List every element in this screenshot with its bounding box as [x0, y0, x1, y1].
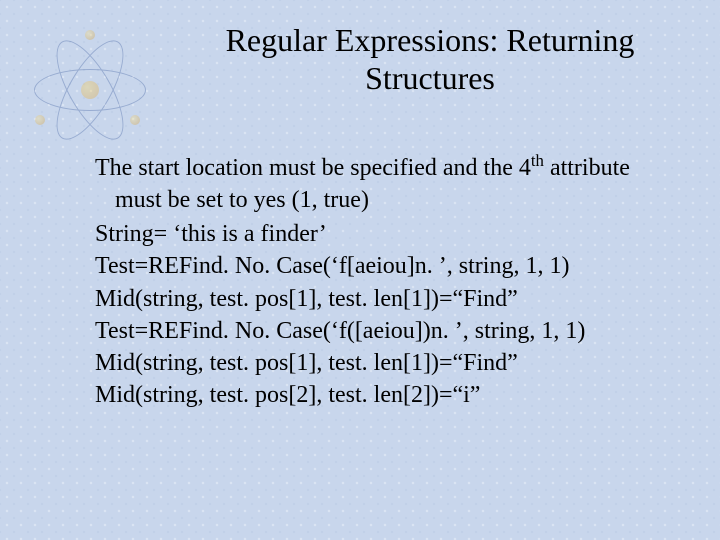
title-line-1: Regular Expressions: Returning [226, 22, 635, 58]
code-line: Mid(string, test. pos[1], test. len[1])=… [95, 347, 685, 379]
code-line: Mid(string, test. pos[2], test. len[2])=… [95, 379, 685, 411]
intro-text: The start location must be specified and… [95, 150, 685, 216]
code-line: Test=REFind. No. Case(‘f([aeiou])n. ’, s… [95, 315, 685, 347]
code-line: String= ‘this is a finder’ [95, 218, 685, 250]
intro-part2: attribute [544, 155, 630, 181]
code-line: Test=REFind. No. Case(‘f[aeiou]n. ’, str… [95, 250, 685, 282]
intro-sup: th [531, 151, 544, 170]
intro-part1: The start location must be specified and… [95, 155, 531, 181]
slide-title: Regular Expressions: Returning Structure… [170, 22, 690, 98]
slide-body: The start location must be specified and… [95, 150, 685, 411]
code-line: Mid(string, test. pos[1], test. len[1])=… [95, 283, 685, 315]
atom-decoration [20, 20, 160, 160]
intro-line2: must be set to yes (1, true) [115, 184, 685, 216]
title-line-2: Structures [365, 60, 495, 96]
